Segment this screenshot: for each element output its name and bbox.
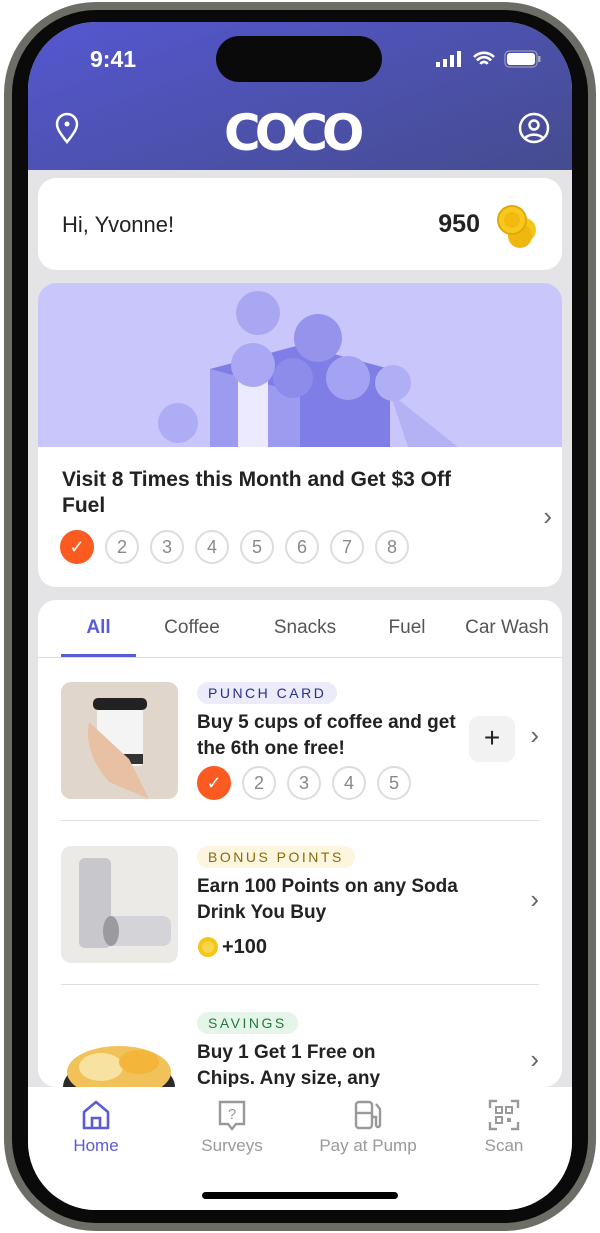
signal-icon	[436, 51, 461, 67]
svg-text:?: ?	[228, 1106, 236, 1123]
fuel-pump-icon	[354, 1100, 382, 1130]
promo-visit-tracker: ✓ 2 3 4 5 6 7 8	[60, 530, 409, 564]
greeting-card: Hi, Yvonne! 950	[38, 178, 562, 270]
nav-label: Scan	[484, 1136, 524, 1155]
nav-label: Pay at Pump	[319, 1136, 417, 1155]
tab-coffee[interactable]: Coffee	[136, 600, 248, 657]
punch-step: 3	[287, 766, 321, 800]
add-offer-button[interactable]: +	[469, 716, 515, 762]
chevron-right-icon[interactable]: ›	[530, 720, 539, 751]
chevron-right-icon[interactable]: ›	[543, 501, 552, 532]
dynamic-island	[216, 36, 382, 82]
coin-icon	[198, 937, 218, 957]
nav-home[interactable]: Home	[28, 1087, 164, 1210]
offer-item[interactable]: SAVINGS Buy 1 Get 1 Free on Chips. Any s…	[61, 992, 539, 1087]
reward-points: +100	[222, 936, 268, 958]
offer-title: Buy 1 Get 1 Free on Chips. Any size, any	[197, 1042, 381, 1087]
app-header: 9:41 COCO	[28, 22, 572, 170]
divider	[61, 984, 539, 985]
offer-title: Earn 100 Points on any Soda Drink You Bu…	[197, 876, 458, 923]
battery-icon	[504, 50, 541, 68]
punch-step: 5	[377, 766, 411, 800]
offer-badge: PUNCH CARD	[197, 682, 338, 704]
offer-badge: SAVINGS	[197, 1012, 298, 1034]
coins-icon	[497, 205, 536, 248]
gift-box-coins-image	[38, 283, 562, 447]
visit-step: 2	[105, 530, 139, 564]
greeting-text: Hi, Yvonne!	[62, 212, 175, 237]
divider	[61, 820, 539, 821]
visit-step: 3	[150, 530, 184, 564]
points-balance: 950	[438, 210, 480, 238]
location-pin-icon[interactable]	[54, 112, 80, 144]
coffee-cup-image	[61, 682, 178, 799]
punch-step: 4	[332, 766, 366, 800]
offer-title: Buy 5 cups of coffee and get the 6th one…	[197, 712, 456, 759]
gift-illustration	[158, 291, 458, 447]
qr-scan-icon	[488, 1099, 520, 1131]
visit-step-checked: ✓	[60, 530, 94, 564]
tab-all[interactable]: All	[61, 600, 136, 657]
offer-item[interactable]: PUNCH CARD Buy 5 cups of coffee and get …	[61, 662, 539, 822]
punch-step-checked: ✓	[197, 766, 231, 800]
screen: 9:41 COCO Hi, Yvonne! 950 Visit 8 Times …	[28, 22, 572, 1210]
coco-logo: COCO	[224, 104, 364, 162]
punch-tracker: ✓ 2 3 4 5	[197, 766, 411, 800]
promo-card[interactable]: Visit 8 Times this Month and Get $3 Off …	[38, 283, 562, 587]
status-time: 9:41	[90, 46, 137, 72]
offer-badge: BONUS POINTS	[197, 846, 355, 868]
visit-step: 8	[375, 530, 409, 564]
tab-snacks[interactable]: Snacks	[248, 600, 362, 657]
nav-scan[interactable]: Scan	[436, 1087, 572, 1210]
tab-fuel[interactable]: Fuel	[362, 600, 452, 657]
offer-item[interactable]: BONUS POINTS Earn 100 Points on any Soda…	[61, 826, 539, 986]
home-icon	[82, 1100, 110, 1130]
soda-can-image	[61, 846, 178, 963]
tab-car-wash[interactable]: Car Wash	[452, 600, 562, 657]
home-indicator[interactable]	[202, 1192, 398, 1199]
nav-label: Home	[73, 1136, 119, 1155]
punch-step: 2	[242, 766, 276, 800]
chips-bowl-image	[61, 1012, 178, 1087]
chevron-right-icon[interactable]: ›	[530, 884, 539, 915]
chevron-right-icon[interactable]: ›	[530, 1044, 539, 1075]
survey-icon: ?	[218, 1100, 246, 1131]
status-icons	[436, 50, 542, 68]
visit-step: 4	[195, 530, 229, 564]
visit-step: 5	[240, 530, 274, 564]
user-circle-icon[interactable]	[518, 112, 550, 144]
visit-step: 7	[330, 530, 364, 564]
visit-step: 6	[285, 530, 319, 564]
nav-label: Surveys	[201, 1136, 263, 1155]
promo-title: Visit 8 Times this Month and Get $3 Off …	[62, 468, 451, 517]
wifi-icon	[473, 51, 495, 65]
category-tabs: All Coffee Snacks Fuel Car Wash	[38, 600, 562, 658]
offers-card: All Coffee Snacks Fuel Car Wash PUNCH CA…	[38, 600, 562, 1087]
